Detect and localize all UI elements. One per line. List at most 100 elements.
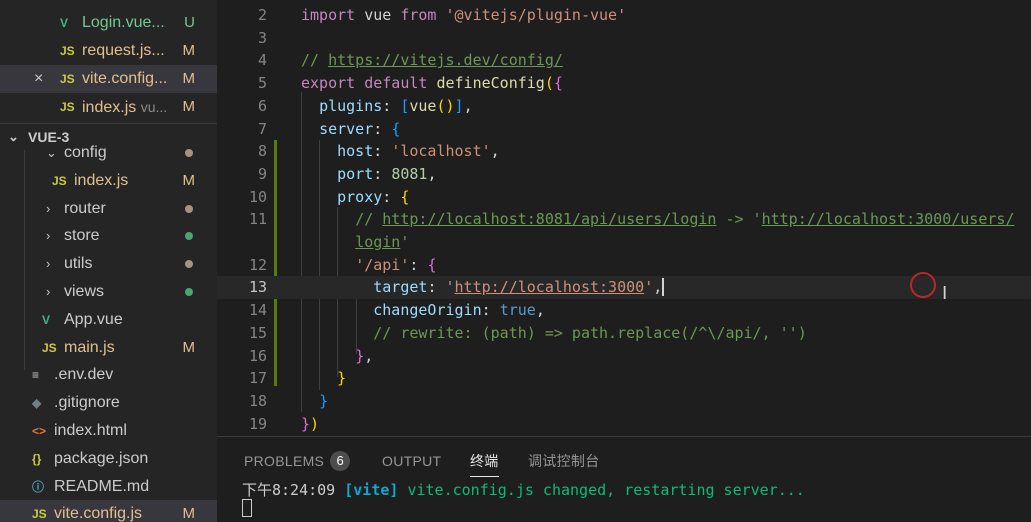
git-status-badge: M	[182, 42, 196, 59]
code-line[interactable]: 19})	[217, 413, 1031, 436]
terminal-cursor[interactable]	[242, 499, 252, 517]
code-line[interactable]: 2 import vue from '@vitejs/plugin-vue'	[217, 4, 1031, 27]
file-name-label: vite.config.js	[54, 505, 143, 522]
ibeam-cursor-icon: I	[942, 283, 948, 304]
code-line[interactable]: 13 target: 'http://localhost:3000',	[217, 276, 1031, 300]
terminal-message: vite.config.js changed, restarting serve…	[407, 481, 805, 499]
line-number: 6	[257, 96, 267, 115]
open-editor-item[interactable]: × JS vite.config... M	[0, 65, 217, 93]
code-token: :	[382, 187, 401, 206]
file-item[interactable]: ⓘ README.md	[0, 473, 217, 501]
file-item[interactable]: JS Mmain.js	[0, 334, 217, 362]
code-text: target: 'http://localhost:3000',	[301, 276, 665, 299]
js-icon: JS	[52, 174, 67, 188]
folder-item-config[interactable]: ⌄ config	[0, 139, 217, 167]
file-name-label: index.js	[82, 99, 137, 116]
close-icon[interactable]: ×	[34, 65, 48, 93]
code-text: host: 'localhost',	[301, 140, 500, 163]
code-text: },	[301, 345, 373, 368]
code-token: :	[373, 119, 392, 138]
line-number: 12	[248, 255, 267, 274]
file-item[interactable]: ◆ .gitignore	[0, 389, 217, 417]
open-editor-item[interactable]: JS index.js vu... M	[0, 93, 217, 121]
git-status-dot	[185, 149, 193, 157]
line-number: 8	[257, 142, 267, 161]
code-line[interactable]: 3	[217, 27, 1031, 50]
code-token: //	[301, 51, 329, 70]
git-icon: ◆	[32, 396, 42, 410]
code-line[interactable]: 14 changeOrigin: true,	[217, 299, 1031, 322]
code-token: ,	[463, 96, 473, 115]
folder-item-router[interactable]: › router	[0, 195, 217, 223]
code-token: {	[553, 74, 563, 93]
code-line[interactable]: 10 proxy: {	[217, 186, 1031, 209]
code-line[interactable]: 4 // https://vitejs.dev/config/	[217, 49, 1031, 72]
code-line[interactable]: 16 },	[217, 345, 1031, 368]
folder-item-store[interactable]: › store	[0, 222, 217, 250]
file-item[interactable]: V App.vue	[0, 306, 217, 334]
code-line[interactable]: 6 plugins: [vue()],	[217, 95, 1031, 118]
file-item[interactable]: <> index.html	[0, 417, 217, 445]
code-editor[interactable]: 2 import vue from '@vitejs/plugin-vue' 3 4 /…	[217, 0, 1031, 436]
code-line[interactable]: 7 server: {	[217, 118, 1031, 141]
code-text: '/api': {	[301, 254, 436, 277]
terminal-tag: [vite]	[344, 481, 399, 499]
tab-output[interactable]: OUTPUT	[382, 449, 441, 473]
tab-label: 终端	[470, 453, 499, 469]
line-number: 9	[257, 164, 267, 183]
git-status-badge: M	[182, 339, 196, 356]
file-item[interactable]: JS Mindex.js	[0, 167, 217, 195]
file-name-label: App.vue	[64, 311, 123, 328]
line-number: 17	[248, 369, 267, 388]
terminal-output-line: 下午8:24:09 [vite] vite.config.js changed,…	[242, 480, 805, 500]
folder-item-utils[interactable]: › utils	[0, 250, 217, 278]
code-token: }	[319, 391, 329, 410]
tab-label: 调试控制台	[528, 453, 600, 469]
code-token: http://localhost:3000/users/	[761, 210, 1015, 229]
code-token: ]	[454, 96, 464, 115]
code-line[interactable]: 9 port: 8081,	[217, 163, 1031, 186]
file-name-label: README.md	[54, 478, 150, 495]
tab-debug-console[interactable]: 调试控制台	[528, 449, 600, 473]
code-line[interactable]: login'	[217, 231, 1031, 254]
line-number: 15	[248, 323, 267, 342]
vue-icon: V	[42, 313, 51, 327]
file-item[interactable]: JS Mvite.config.js	[0, 500, 217, 522]
vue-icon: V	[60, 16, 69, 30]
code-line[interactable]: 17 }	[217, 367, 1031, 390]
file-name-label: index.html	[54, 422, 127, 439]
file-item[interactable]: ≡ .env.dev	[0, 361, 217, 389]
js-icon: JS	[32, 507, 47, 521]
line-number: 13	[248, 278, 267, 297]
code-line[interactable]: 12 '/api': {	[217, 254, 1031, 277]
code-token: {	[400, 187, 410, 206]
git-status-dot	[185, 260, 193, 268]
code-text: import vue from '@vitejs/plugin-vue'	[301, 4, 626, 27]
code-line[interactable]: 5 export default defineConfig({	[217, 72, 1031, 95]
line-number: 3	[257, 28, 267, 47]
code-token: default	[364, 74, 428, 93]
open-editor-item[interactable]: V Login.vue... U	[0, 9, 217, 37]
mouse-click-indicator	[910, 272, 936, 298]
code-token: ,	[535, 301, 545, 320]
terminal-time: 下午8:24:09	[242, 481, 336, 499]
tab-problems[interactable]: PROBLEMS 6	[244, 449, 351, 473]
code-line[interactable]: 8 host: 'localhost',	[217, 140, 1031, 163]
code-token: '	[400, 233, 410, 251]
file-item[interactable]: {} package.json	[0, 445, 217, 473]
open-editor-item[interactable]: JS request.js... M	[0, 37, 217, 65]
git-status-badge: M	[182, 505, 196, 522]
code-line[interactable]: 15 // rewrite: (path) => path.replace(/^…	[217, 322, 1031, 345]
code-line[interactable]: 11 // http://localhost:8081/api/users/lo…	[217, 208, 1031, 231]
code-token: }	[355, 346, 365, 365]
folder-item-views[interactable]: › views	[0, 278, 217, 306]
code-token: )	[310, 414, 320, 433]
code-line[interactable]: 18 }	[217, 390, 1031, 413]
code-token: import	[301, 6, 356, 24]
html-icon: <>	[32, 424, 47, 438]
tab-terminal[interactable]: 终端	[470, 449, 499, 477]
